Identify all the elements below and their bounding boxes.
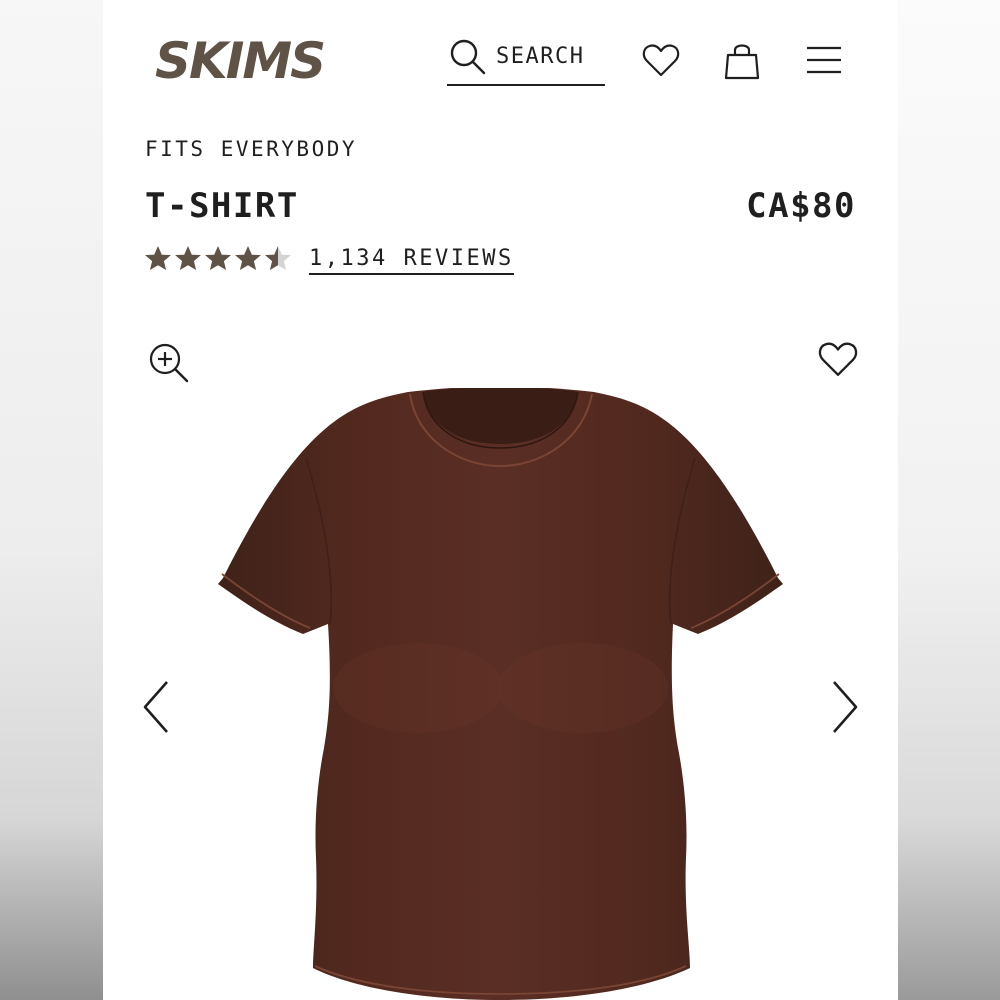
product-image-tshirt[interactable]: [218, 388, 783, 1000]
rating-stars: [145, 246, 291, 270]
skims-logo-text: SKIMS: [155, 34, 324, 84]
search-bar[interactable]: SEARCH: [447, 36, 605, 86]
background-right: [898, 0, 1000, 1000]
wishlist-heart-icon[interactable]: [818, 340, 858, 378]
heart-icon[interactable]: [642, 42, 680, 78]
chevron-left-icon[interactable]: [139, 678, 173, 736]
half-star-icon: [265, 246, 291, 270]
reviews-link[interactable]: 1,134 REVIEWS: [309, 245, 514, 275]
skims-logo[interactable]: SKIMS: [153, 34, 353, 84]
product-page: SKIMS SEARCH FITS EVERYBODY T-SHIRT CA$8…: [103, 0, 898, 1000]
background-left: [0, 0, 103, 1000]
star-icon: [235, 246, 261, 270]
star-icon: [205, 246, 231, 270]
star-icon: [175, 246, 201, 270]
star-icon: [145, 246, 171, 270]
shopping-bag-icon[interactable]: [723, 40, 761, 80]
zoom-in-icon[interactable]: [146, 340, 192, 386]
menu-icon[interactable]: [805, 45, 843, 75]
chevron-right-icon[interactable]: [828, 678, 862, 736]
product-price: CA$80: [746, 186, 856, 226]
product-collection: FITS EVERYBODY: [145, 137, 358, 161]
product-title: T-SHIRT: [145, 186, 299, 226]
search-icon: [450, 39, 486, 75]
search-label: SEARCH: [496, 44, 585, 69]
